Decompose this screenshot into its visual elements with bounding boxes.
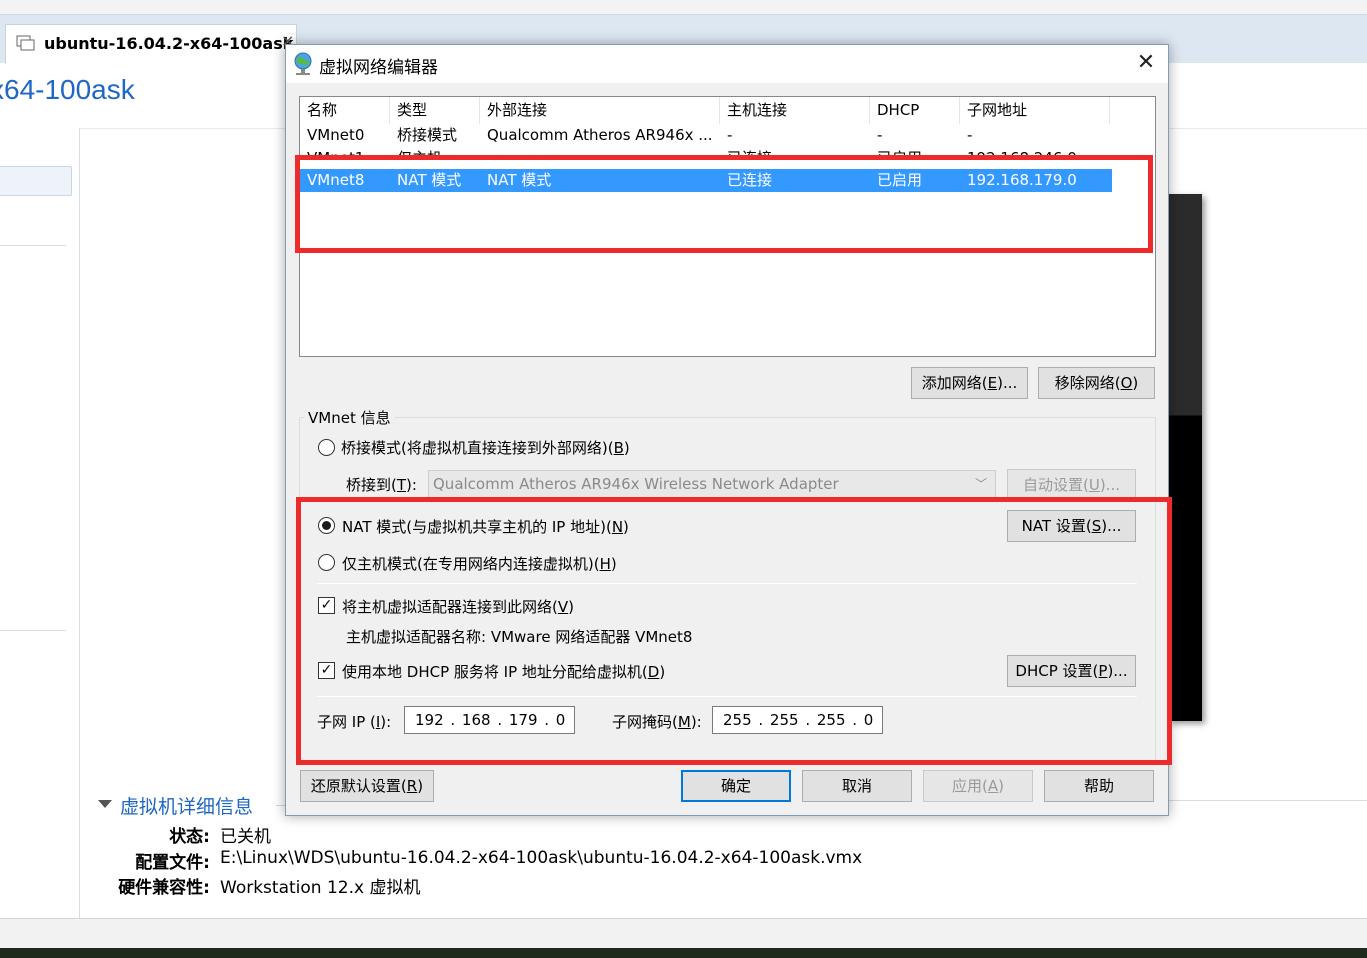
- ok-button[interactable]: 确定: [681, 770, 791, 802]
- apply-button[interactable]: 应用(A): [923, 770, 1033, 802]
- chevron-down-icon: ﹀: [974, 477, 987, 491]
- detail-row-state: 状态: 已关机: [98, 822, 1098, 847]
- cell-host: 已连接: [720, 147, 870, 157]
- host-only-mode-label[interactable]: 仅主机模式(在专用网络内连接虚拟机)(H): [342, 553, 617, 574]
- divider: [317, 583, 1137, 584]
- detail-row-config-file: 配置文件: E:\Linux\WDS\ubuntu-16.04.2-x64-10…: [98, 848, 1098, 873]
- help-button[interactable]: 帮助: [1044, 770, 1154, 802]
- column-header-name[interactable]: 名称: [300, 97, 390, 124]
- detail-value: E:\Linux\WDS\ubuntu-16.04.2-x64-100ask\u…: [220, 848, 863, 868]
- cell-external: [480, 147, 720, 157]
- cancel-button[interactable]: 取消: [802, 770, 912, 802]
- cell-external: NAT 模式: [487, 171, 552, 189]
- column-header-host[interactable]: 主机连接: [720, 97, 870, 124]
- left-panel: [0, 128, 80, 918]
- nat-mode-label[interactable]: NAT 模式(与虚拟机共享主机的 IP 地址)(N): [342, 516, 629, 537]
- cell-name: VMnet8: [307, 171, 365, 189]
- vm-details-title: 虚拟机详细信息: [120, 796, 254, 818]
- bridge-adapter-select[interactable]: Qualcomm Atheros AR946x Wireless Network…: [428, 470, 996, 498]
- cell-dhcp: 已启用: [870, 147, 960, 157]
- connect-adapter-checkbox[interactable]: ✓: [318, 597, 335, 614]
- divider: [1168, 800, 1367, 801]
- collapse-triangle-icon[interactable]: [98, 800, 112, 808]
- host-only-mode-radio[interactable]: [318, 554, 335, 571]
- tab-label: ubuntu-16.04.2-x64-100ask: [44, 34, 294, 53]
- add-network-button[interactable]: 添加网络(E)...: [911, 367, 1028, 399]
- cell-name: VMnet0: [307, 126, 365, 144]
- vm-preview-thumbnail[interactable]: [1168, 194, 1202, 721]
- vm-icon: [16, 35, 35, 51]
- column-header-subnet[interactable]: 子网地址: [960, 97, 1110, 124]
- cell-subnet: 192.168.246.0: [960, 147, 1110, 157]
- detail-value: Workstation 12.x 虚拟机: [220, 878, 421, 898]
- bridge-to-label: 桥接到(T):: [346, 476, 417, 494]
- bridged-mode-label[interactable]: 桥接模式(将虚拟机直接连接到外部网络)(B): [341, 437, 630, 458]
- subnet-mask-label: 子网掩码(M):: [612, 713, 702, 731]
- page-title: x64-100ask: [0, 74, 135, 105]
- bridge-adapter-value: Qualcomm Atheros AR946x Wireless Network…: [433, 475, 839, 493]
- detail-value: 已关机: [220, 827, 271, 847]
- nat-mode-radio[interactable]: [318, 517, 335, 534]
- cell-type: 桥接模式: [397, 126, 458, 144]
- power-on-button[interactable]: [0, 166, 72, 196]
- cell-dhcp: -: [877, 126, 883, 144]
- taskbar: [0, 948, 1367, 958]
- divider: [0, 245, 66, 246]
- virtual-network-editor-dialog: 虚拟网络编辑器 ✕ 名称 类型 外部连接 主机连接 DHCP 子网地址 VMne…: [285, 44, 1169, 816]
- dialog-titlebar[interactable]: 虚拟网络编辑器 ✕: [286, 45, 1168, 83]
- network-list-header: 名称 类型 外部连接 主机连接 DHCP 子网地址: [300, 97, 1155, 124]
- divider: [0, 630, 66, 631]
- cell-dhcp: 已启用: [877, 171, 923, 189]
- bridged-mode-radio[interactable]: [318, 439, 335, 456]
- close-icon[interactable]: ✕: [1133, 50, 1159, 76]
- subnet-mask-input[interactable]: 255 . 255 . 255 . 0: [712, 706, 883, 734]
- adapter-name-text: 主机虚拟适配器名称: VMware 网络适配器 VMnet8: [346, 628, 693, 646]
- status-bar: [0, 918, 1367, 948]
- cell-subnet: 192.168.179.0: [967, 171, 1077, 189]
- dhcp-settings-button[interactable]: DHCP 设置(P)...: [1007, 655, 1136, 687]
- detail-key: 状态:: [169, 827, 210, 847]
- cell-type: NAT 模式: [397, 171, 462, 189]
- vmnet-info-label: VMnet 信息: [304, 407, 395, 428]
- column-header-external[interactable]: 外部连接: [480, 97, 720, 124]
- top-toolbar-strip: [0, 0, 1367, 15]
- restore-defaults-button[interactable]: 还原默认设置(R): [300, 770, 434, 802]
- table-row-vmnet8[interactable]: VMnet8 NAT 模式 NAT 模式 已连接 已启用 192.168.179…: [300, 169, 1112, 192]
- detail-key: 硬件兼容性:: [118, 878, 210, 898]
- remove-network-button[interactable]: 移除网络(O): [1038, 367, 1155, 399]
- cell-host: -: [727, 126, 733, 144]
- auto-settings-button[interactable]: 自动设置(U)...: [1007, 469, 1136, 501]
- network-list[interactable]: 名称 类型 外部连接 主机连接 DHCP 子网地址 VMnet0 桥接模式 Qu…: [299, 96, 1156, 357]
- cell-host: 已连接: [727, 171, 773, 189]
- dialog-title: 虚拟网络编辑器: [319, 58, 438, 78]
- globe-network-icon: [294, 52, 312, 75]
- divider: [317, 696, 1137, 697]
- subnet-ip-input[interactable]: 192 . 168 . 179 . 0: [404, 706, 575, 734]
- cell-subnet: -: [967, 126, 973, 144]
- use-dhcp-label[interactable]: 使用本地 DHCP 服务将 IP 地址分配给虚拟机(D): [342, 661, 665, 682]
- column-header-type[interactable]: 类型: [390, 97, 480, 124]
- subnet-ip-label: 子网 IP (I):: [317, 713, 392, 731]
- detail-key: 配置文件:: [135, 853, 210, 873]
- table-row-vmnet0[interactable]: VMnet0 桥接模式 Qualcomm Atheros AR946x ... …: [300, 124, 1112, 147]
- cell-external: Qualcomm Atheros AR946x ...: [487, 126, 713, 144]
- cell-type: 仅主机...: [390, 147, 480, 157]
- use-dhcp-checkbox[interactable]: ✓: [318, 662, 335, 679]
- connect-adapter-label[interactable]: 将主机虚拟适配器连接到此网络(V): [342, 596, 574, 617]
- column-header-dhcp[interactable]: DHCP: [870, 97, 960, 124]
- table-row-vmnet1[interactable]: VMnet1 仅主机... 已连接 已启用 192.168.246.0: [300, 147, 1112, 157]
- nat-settings-button[interactable]: NAT 设置(S)...: [1007, 510, 1136, 542]
- tab-vm[interactable]: ubuntu-16.04.2-x64-100ask ×: [5, 24, 297, 64]
- cell-name: VMnet1: [300, 147, 390, 157]
- detail-row-hardware-compat: 硬件兼容性: Workstation 12.x 虚拟机: [98, 873, 1098, 898]
